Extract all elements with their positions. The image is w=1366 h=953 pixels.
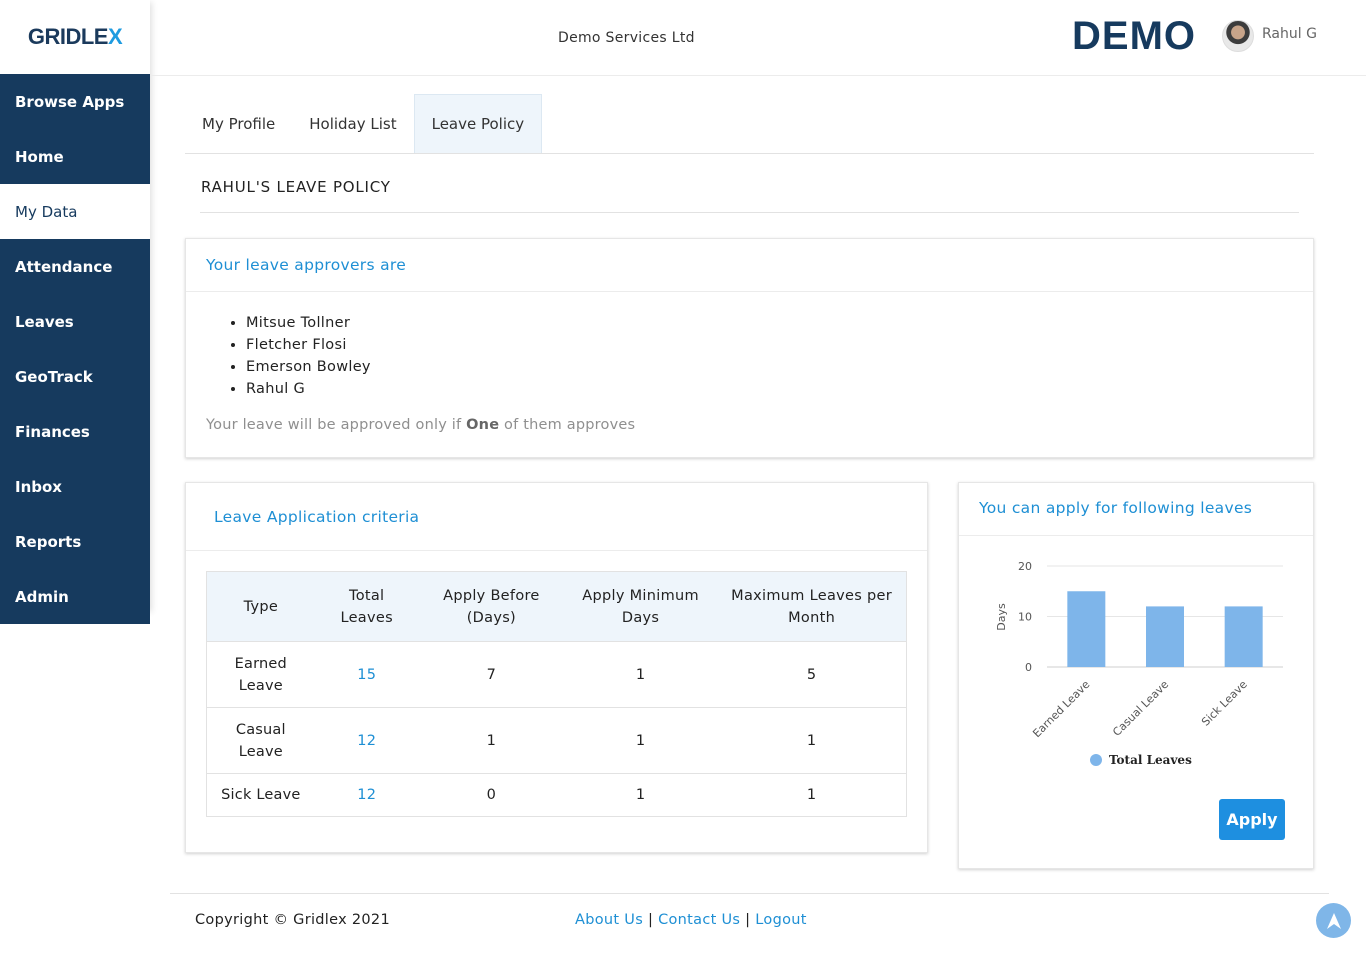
- about-us-link[interactable]: About Us: [575, 912, 643, 928]
- approver-list: Mitsue Tollner Fletcher Flosi Emerson Bo…: [246, 312, 371, 400]
- divider: [200, 212, 1299, 213]
- col-total-leaves: Total Leaves: [314, 571, 419, 642]
- cell-max: 1: [717, 707, 907, 774]
- gridlex-logo[interactable]: GRIDLE X: [0, 0, 150, 74]
- sidebar-item-finances[interactable]: Finances: [0, 404, 150, 459]
- x-tick-label: Earned Leave: [1030, 678, 1092, 740]
- apply-button[interactable]: Apply: [1219, 799, 1285, 840]
- sidebar-item-geotrack[interactable]: GeoTrack: [0, 349, 150, 404]
- y-axis-label: Days: [995, 603, 1008, 631]
- link-separator: |: [740, 912, 756, 928]
- cell-total[interactable]: 15: [314, 641, 419, 708]
- top-header: Demo Services Ltd DEMO Rahul G: [150, 0, 1366, 76]
- leaves-card-title: You can apply for following leaves: [979, 499, 1253, 517]
- leaves-card-header: You can apply for following leaves: [959, 483, 1313, 536]
- tab-my-profile[interactable]: My Profile: [185, 94, 292, 153]
- cell-before: 1: [418, 707, 564, 774]
- x-tick-label: Sick Leave: [1199, 678, 1250, 729]
- col-apply-min: Apply Minimum Days: [563, 571, 718, 642]
- y-tick-label: 0: [1025, 661, 1032, 674]
- user-name[interactable]: Rahul G: [1262, 26, 1317, 42]
- criteria-table: Type Total Leaves Apply Before (Days) Ap…: [206, 571, 907, 817]
- legend-marker: [1090, 754, 1102, 766]
- sidebar-item-home[interactable]: Home: [0, 129, 150, 184]
- bar: [1067, 591, 1106, 667]
- note-prefix: Your leave will be approved only if: [206, 417, 467, 433]
- sidebar-item-admin[interactable]: Admin: [0, 569, 150, 624]
- link-separator: |: [643, 912, 659, 928]
- contact-us-link[interactable]: Contact Us: [658, 912, 740, 928]
- cell-total[interactable]: 12: [314, 707, 419, 774]
- approvers-card: Your leave approvers are Mitsue Tollner …: [185, 238, 1314, 458]
- approver-note: Your leave will be approved only if One …: [206, 417, 635, 433]
- list-item: Rahul G: [246, 378, 371, 400]
- sidebar-item-my-data[interactable]: My Data: [0, 184, 150, 239]
- note-suffix: of them approves: [499, 417, 636, 433]
- cell-before: 0: [418, 773, 564, 817]
- tab-leave-policy[interactable]: Leave Policy: [413, 94, 543, 153]
- cell-type: Casual Leave: [206, 707, 315, 774]
- legend-label: Total Leaves: [1109, 753, 1192, 767]
- cell-before: 7: [418, 641, 564, 708]
- table-row: Sick Leave 12 0 1 1: [206, 773, 907, 817]
- col-apply-before: Apply Before (Days): [418, 571, 564, 642]
- footer-divider: [170, 893, 1329, 894]
- company-name: Demo Services Ltd: [558, 30, 695, 46]
- leaves-chart-card: You can apply for following leaves 0 10 20…: [958, 482, 1314, 869]
- scroll-to-top-button[interactable]: [1316, 903, 1351, 938]
- cell-max: 1: [717, 773, 907, 817]
- avatar[interactable]: [1222, 20, 1254, 52]
- list-item: Emerson Bowley: [246, 356, 371, 378]
- note-bold: One: [466, 417, 500, 433]
- y-tick-label: 20: [1018, 560, 1032, 573]
- y-tick-label: 10: [1018, 611, 1032, 624]
- table-header-row: Type Total Leaves Apply Before (Days) Ap…: [206, 571, 907, 642]
- sidebar-item-leaves[interactable]: Leaves: [0, 294, 150, 349]
- list-item: Fletcher Flosi: [246, 334, 371, 356]
- logout-link[interactable]: Logout: [755, 912, 806, 928]
- criteria-card-header: Leave Application criteria: [186, 483, 927, 551]
- profile-tabs: My Profile Holiday List Leave Policy: [185, 94, 1314, 154]
- list-item: Mitsue Tollner: [246, 312, 371, 334]
- x-tick-label: Casual Leave: [1110, 678, 1171, 739]
- leaves-bar-chart: 0 10 20 Days Earned Leave Casual Leave Sick Le…: [995, 560, 1283, 767]
- criteria-title: Leave Application criteria: [214, 508, 420, 526]
- logo-text: GRIDLE: [27, 24, 109, 49]
- bar: [1146, 606, 1184, 667]
- cell-min: 1: [563, 707, 718, 774]
- copyright-text: Copyright © Gridlex 2021: [195, 912, 390, 928]
- approvers-card-header: Your leave approvers are: [186, 239, 1313, 292]
- cell-type: Sick Leave: [206, 773, 315, 817]
- footer-links: About Us | Contact Us | Logout: [575, 912, 807, 928]
- cell-max: 5: [717, 641, 907, 708]
- sidebar: GRIDLE X Browse Apps Home My Data Attenda…: [0, 0, 150, 624]
- logo-accent: X: [107, 24, 123, 49]
- cell-min: 1: [563, 773, 718, 817]
- tab-holiday-list[interactable]: Holiday List: [292, 94, 413, 153]
- approvers-title: Your leave approvers are: [206, 256, 407, 274]
- sidebar-item-browse-apps[interactable]: Browse Apps: [0, 74, 150, 129]
- arrow-up-icon: [1326, 912, 1341, 929]
- col-type: Type: [206, 571, 315, 642]
- page-title: RAHUL'S LEAVE POLICY: [201, 178, 391, 196]
- cell-type: Earned Leave: [206, 641, 315, 708]
- bar: [1224, 606, 1263, 667]
- sidebar-item-inbox[interactable]: Inbox: [0, 459, 150, 514]
- table-row: Earned Leave 15 7 1 5: [206, 641, 907, 708]
- col-max-per-month: Maximum Leaves per Month: [717, 571, 907, 642]
- sidebar-item-reports[interactable]: Reports: [0, 514, 150, 569]
- brand-logo: DEMO: [1072, 14, 1196, 58]
- cell-total[interactable]: 12: [314, 773, 419, 817]
- table-row: Casual Leave 12 1 1 1: [206, 707, 907, 774]
- sidebar-item-attendance[interactable]: Attendance: [0, 239, 150, 294]
- cell-min: 1: [563, 641, 718, 708]
- criteria-card: Leave Application criteria Type Total Le…: [185, 482, 928, 853]
